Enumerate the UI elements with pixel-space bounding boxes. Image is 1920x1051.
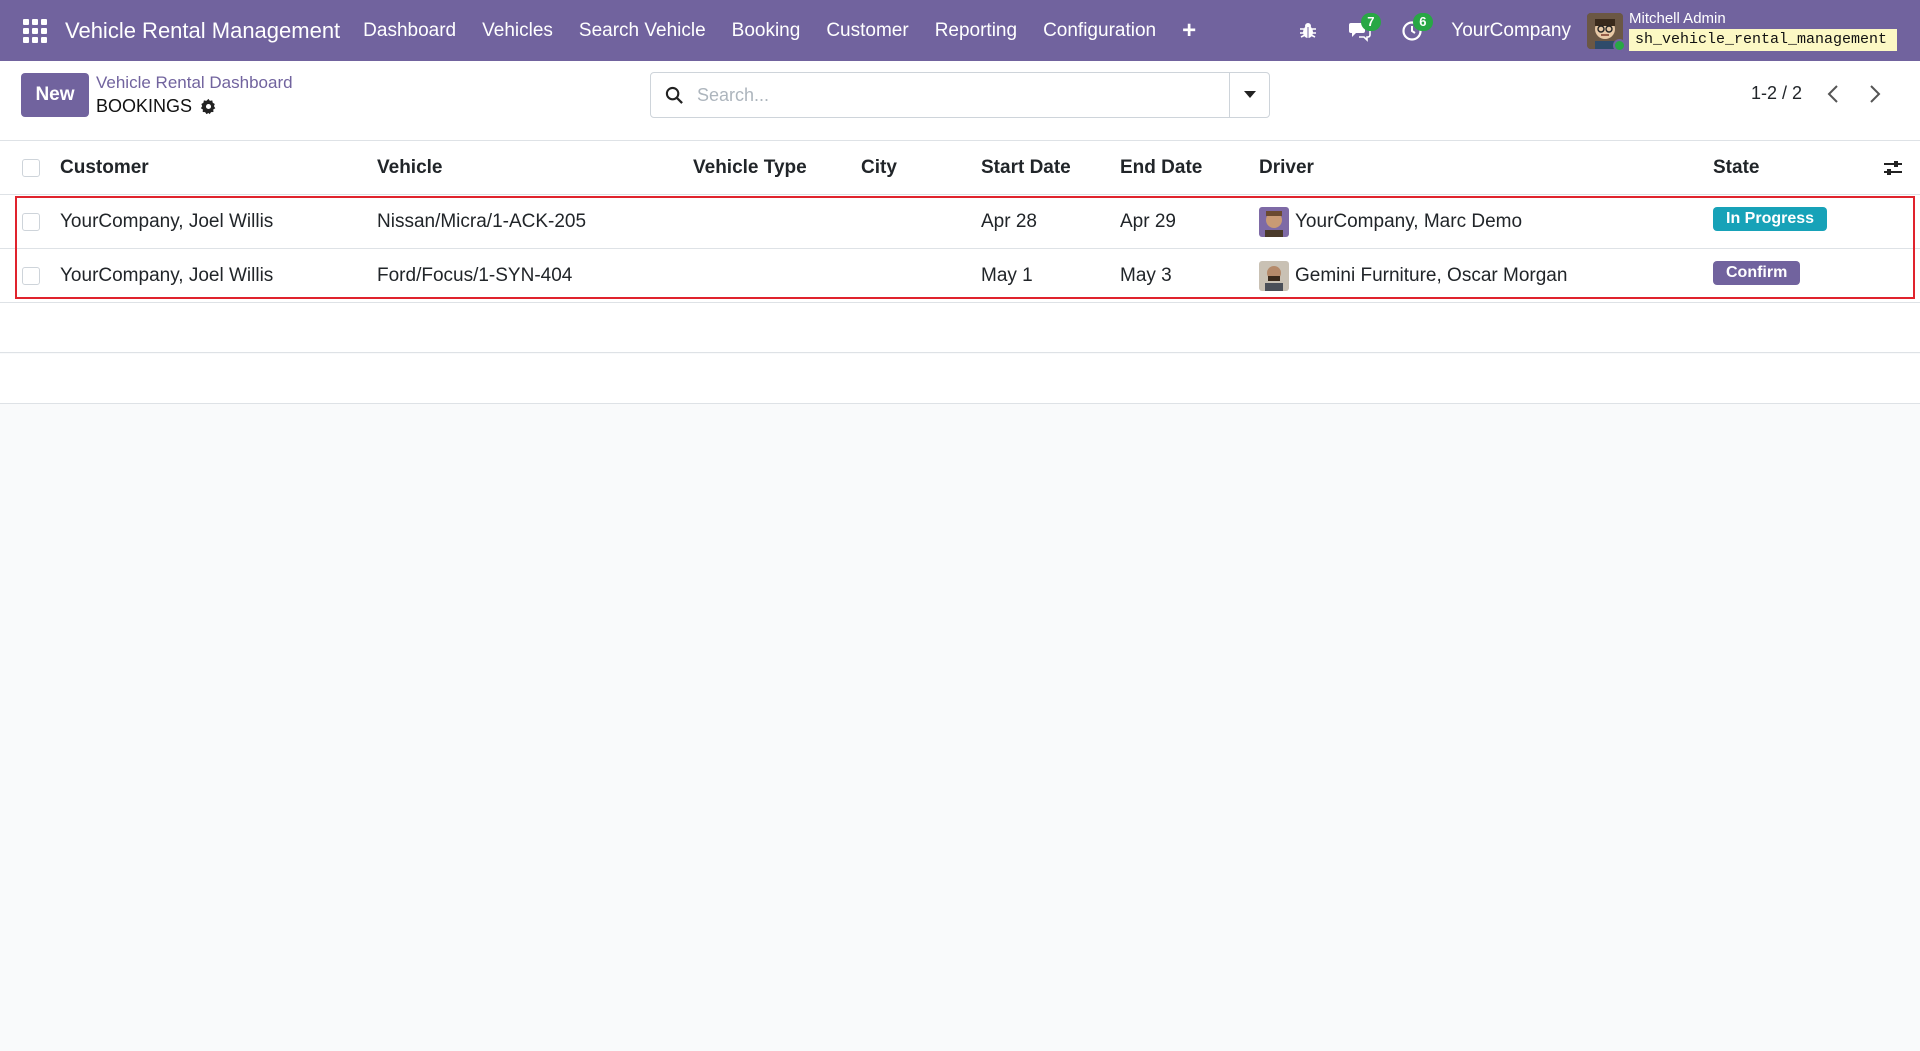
top-navbar: Vehicle Rental Management Dashboard Vehi… bbox=[0, 0, 1920, 61]
messages-count-badge: 7 bbox=[1361, 12, 1381, 31]
driver-avatar bbox=[1259, 261, 1289, 291]
column-header-customer[interactable]: Customer bbox=[60, 157, 149, 179]
pager-next-button[interactable] bbox=[1860, 79, 1890, 109]
chevron-right-icon bbox=[1870, 85, 1881, 103]
cell-start-date: Apr 28 bbox=[981, 211, 1037, 232]
column-header-vehicle[interactable]: Vehicle bbox=[377, 157, 443, 179]
pager-previous-button[interactable] bbox=[1818, 79, 1848, 109]
menu-item-vehicles[interactable]: Vehicles bbox=[469, 20, 566, 42]
column-header-driver[interactable]: Driver bbox=[1259, 157, 1314, 179]
cell-customer: YourCompany, Joel Willis bbox=[60, 211, 274, 232]
app-title[interactable]: Vehicle Rental Management bbox=[65, 18, 340, 44]
navbar-systray: 7 6 YourCompany Mitchell Admin sh_vehicl… bbox=[1293, 0, 1920, 61]
cell-end-date: May 3 bbox=[1120, 265, 1172, 286]
column-header-vehicle-type[interactable]: Vehicle Type bbox=[693, 157, 807, 179]
user-menu[interactable]: Mitchell Admin sh_vehicle_rental_managem… bbox=[1629, 9, 1897, 51]
empty-list-row bbox=[0, 303, 1920, 353]
page-title: BOOKINGS bbox=[96, 96, 217, 117]
column-header-city[interactable]: City bbox=[861, 157, 897, 179]
driver-name: YourCompany, Marc Demo bbox=[1295, 211, 1523, 232]
state-badge-confirm: Confirm bbox=[1713, 261, 1801, 285]
optional-columns-sliders-icon[interactable] bbox=[1882, 157, 1906, 181]
state-badge-in-progress: In Progress bbox=[1713, 207, 1828, 231]
cell-vehicle: Nissan/Micra/1-ACK-205 bbox=[377, 211, 587, 232]
messages-chat-icon[interactable]: 7 bbox=[1345, 12, 1381, 46]
gear-icon[interactable] bbox=[200, 98, 217, 115]
cell-start-date: May 1 bbox=[981, 265, 1033, 286]
table-row[interactable]: YourCompany, Joel Willis Ford/Focus/1-SY… bbox=[0, 249, 1920, 303]
row-checkbox[interactable] bbox=[22, 267, 40, 285]
search-icon bbox=[651, 86, 697, 105]
plus-icon[interactable]: + bbox=[1182, 17, 1196, 45]
search-input[interactable] bbox=[697, 73, 1229, 117]
apps-menu-icon[interactable] bbox=[23, 18, 47, 43]
cell-customer: YourCompany, Joel Willis bbox=[60, 265, 274, 286]
menu-item-booking[interactable]: Booking bbox=[719, 20, 814, 42]
new-button[interactable]: New bbox=[21, 73, 89, 117]
column-header-end-date[interactable]: End Date bbox=[1120, 157, 1202, 179]
empty-list-row bbox=[0, 354, 1920, 404]
table-row[interactable]: YourCompany, Joel Willis Nissan/Micra/1-… bbox=[0, 195, 1920, 249]
company-switcher[interactable]: YourCompany bbox=[1451, 20, 1571, 42]
chevron-left-icon bbox=[1827, 85, 1838, 103]
column-header-state[interactable]: State bbox=[1713, 157, 1759, 179]
driver-avatar bbox=[1259, 207, 1289, 237]
cell-end-date: Apr 29 bbox=[1120, 211, 1176, 232]
select-all-checkbox[interactable] bbox=[22, 159, 40, 177]
caret-down-icon bbox=[1243, 91, 1256, 98]
main-menu: Dashboard Vehicles Search Vehicle Bookin… bbox=[350, 20, 1169, 42]
cell-driver: YourCompany, Marc Demo bbox=[1259, 207, 1522, 237]
menu-item-configuration[interactable]: Configuration bbox=[1030, 20, 1169, 42]
cell-driver: Gemini Furniture, Oscar Morgan bbox=[1259, 261, 1567, 291]
menu-item-reporting[interactable]: Reporting bbox=[922, 20, 1030, 42]
database-name: sh_vehicle_rental_management bbox=[1629, 28, 1897, 51]
menu-item-search-vehicle[interactable]: Search Vehicle bbox=[566, 20, 719, 42]
search-options-toggle[interactable] bbox=[1229, 73, 1269, 117]
user-name: Mitchell Admin bbox=[1629, 9, 1726, 27]
online-status-dot bbox=[1613, 38, 1626, 52]
search-bar bbox=[650, 72, 1270, 118]
debug-bug-icon[interactable] bbox=[1293, 16, 1323, 46]
row-checkbox[interactable] bbox=[22, 213, 40, 231]
activities-clock-icon[interactable]: 6 bbox=[1397, 12, 1433, 46]
column-header-start-date[interactable]: Start Date bbox=[981, 157, 1071, 179]
activities-count-badge: 6 bbox=[1413, 12, 1433, 31]
user-avatar[interactable] bbox=[1587, 12, 1626, 52]
menu-item-dashboard[interactable]: Dashboard bbox=[350, 20, 469, 42]
breadcrumb-vehicle-rental-dashboard[interactable]: Vehicle Rental Dashboard bbox=[96, 73, 293, 93]
driver-name: Gemini Furniture, Oscar Morgan bbox=[1295, 265, 1568, 286]
page-title-text: BOOKINGS bbox=[96, 96, 193, 116]
table-header: Customer Vehicle Vehicle Type City Start… bbox=[0, 141, 1920, 195]
cell-vehicle: Ford/Focus/1-SYN-404 bbox=[377, 265, 573, 286]
control-panel: New Vehicle Rental Dashboard BOOKINGS 1-… bbox=[0, 61, 1920, 141]
pager-value[interactable]: 1-2 / 2 bbox=[1751, 83, 1802, 104]
bookings-list-table: Customer Vehicle Vehicle Type City Start… bbox=[0, 141, 1920, 303]
menu-item-customer[interactable]: Customer bbox=[813, 20, 921, 42]
